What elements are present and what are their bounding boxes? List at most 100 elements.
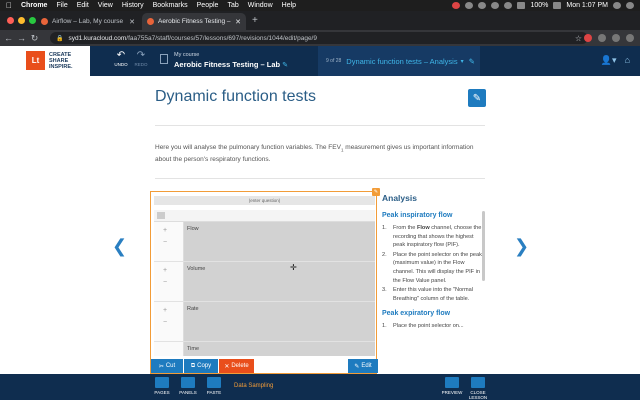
clock[interactable]: Mon 1:07 PM	[566, 2, 608, 9]
menu-edit[interactable]: Edit	[77, 2, 89, 9]
home-icon[interactable]: ⌂	[625, 55, 630, 66]
step-bold: Flow	[416, 225, 430, 231]
analysis-heading: Analysis	[382, 193, 417, 203]
question-field[interactable]: (enter question)	[154, 196, 375, 205]
close-icon[interactable]: ✕	[129, 18, 135, 26]
paste-button[interactable]: PASTE	[204, 376, 224, 398]
macos-menubar:  Chrome File Edit View History Bookmark…	[0, 0, 640, 11]
user-icon[interactable]: 👤▾	[601, 55, 617, 66]
menu-window[interactable]: Window	[248, 2, 273, 9]
data-sampling-status[interactable]: Data Sampling	[234, 383, 273, 389]
pencil-icon: ✎	[354, 363, 360, 370]
url-bar[interactable]: 🔒 syd1.kuracloud.com/faa755a7/staff/cour…	[50, 32, 588, 44]
page-counter: 9 of 28	[326, 58, 342, 64]
section-heading: Peak inspiratory flow	[382, 212, 453, 219]
step-text: From the	[393, 225, 417, 231]
edit-page-icon[interactable]: ✎	[468, 89, 486, 107]
redo-icon: ↷	[136, 50, 146, 61]
edit-button[interactable]: ✎ Edit	[348, 359, 378, 373]
page-selector[interactable]: 9 of 28 Dynamic function tests – Analysi…	[318, 46, 480, 76]
reload-icon[interactable]: ↻	[28, 33, 41, 44]
undo-button[interactable]: ↶ UNDO	[112, 50, 130, 72]
delete-button[interactable]: ✕ Delete	[219, 359, 254, 373]
channel-name: Rate	[187, 306, 199, 312]
previous-page-arrow-icon[interactable]: ❮	[112, 236, 127, 257]
chrome-menu-icon[interactable]	[626, 34, 634, 42]
step-number: 3.	[382, 287, 387, 294]
next-page-arrow-icon[interactable]: ❯	[514, 236, 529, 257]
channel-chart[interactable]: + − Flow + − Volume + − Rate Time ✛	[154, 222, 375, 356]
status-icon[interactable]	[491, 2, 500, 9]
data-recording-widget[interactable]: ✎ (enter question) + − Flow + − Volume +…	[150, 188, 380, 374]
edit-label: Edit	[361, 363, 372, 369]
channel-time: Time	[154, 342, 375, 356]
channel-name: Flow	[187, 226, 199, 232]
zoom-out-icon[interactable]: −	[163, 239, 167, 246]
logo-mark: Lt	[26, 51, 45, 70]
menu-tab[interactable]: Tab	[227, 2, 238, 9]
menu-help[interactable]: Help	[282, 2, 296, 9]
resize-handle-icon[interactable]: ✎	[372, 188, 380, 196]
channel-volume: + − Volume	[154, 262, 375, 302]
menu-people[interactable]: People	[197, 2, 219, 9]
minimize-window-button[interactable]	[18, 17, 25, 24]
step-text: Enter this value into the "Normal Breath…	[393, 287, 474, 302]
lock-icon[interactable]: 🔒	[56, 35, 63, 42]
copy-button[interactable]: ⧉ Copy	[184, 359, 218, 373]
extension-icon[interactable]	[598, 34, 606, 42]
panel-scrollbar[interactable]	[482, 211, 485, 281]
cut-label: Cut	[165, 363, 176, 369]
menu-history[interactable]: History	[122, 2, 144, 9]
pencil-icon[interactable]: ✎	[282, 62, 288, 69]
apple-icon[interactable]: 	[6, 1, 12, 10]
zoom-out-icon[interactable]: −	[163, 319, 167, 326]
forward-icon[interactable]: →	[15, 33, 28, 43]
url-path: /faa755a7/staff/courses/57/lessons/697/r…	[126, 34, 317, 42]
logo-area: Lt CREATE SHARE INSPIRE.	[0, 46, 90, 76]
close-icon[interactable]: ✕	[235, 18, 241, 26]
close-lesson-button[interactable]: CLOSE LESSON	[467, 376, 489, 400]
bookmark-star-icon[interactable]: ☆	[575, 34, 582, 43]
eye-icon	[445, 377, 459, 388]
zoom-in-icon[interactable]: +	[163, 267, 167, 274]
menu-view[interactable]: View	[98, 2, 113, 9]
window-controls	[7, 17, 36, 24]
pencil-icon[interactable]: ✎	[469, 57, 475, 66]
undo-label: UNDO	[114, 62, 128, 67]
list-item: 3. Enter this value into the "Normal Brea…	[382, 286, 484, 303]
pages-label: PAGES	[154, 390, 170, 395]
zoom-in-icon[interactable]: +	[163, 307, 167, 314]
toolbar-icon[interactable]	[157, 212, 165, 219]
wifi-icon[interactable]	[504, 2, 513, 9]
zoom-in-icon[interactable]: +	[163, 227, 167, 234]
profile-avatar[interactable]	[612, 34, 620, 42]
status-icon[interactable]	[452, 2, 461, 9]
panels-button[interactable]: PANELS	[178, 376, 198, 398]
browser-tab-active[interactable]: Aerobic Fitness Testing – Lab... ✕	[142, 13, 246, 30]
status-icon[interactable]	[465, 2, 474, 9]
zoom-window-button[interactable]	[29, 17, 36, 24]
preview-button[interactable]: PREVIEW	[440, 376, 464, 398]
browser-tab[interactable]: Airflow – Lab, My course ✕	[36, 13, 140, 30]
menu-list-icon[interactable]	[626, 2, 634, 9]
step-text: Place the point selector on the peak (ma…	[393, 251, 482, 284]
extension-icon[interactable]	[584, 34, 592, 42]
header-actions: 👤▾ ⌂	[601, 55, 630, 66]
close-window-button[interactable]	[7, 17, 14, 24]
course-name[interactable]: Aerobic Fitness Testing – Lab ✎	[174, 60, 288, 69]
cut-button[interactable]: ✂ Cut	[151, 359, 183, 373]
search-icon[interactable]	[613, 2, 621, 9]
step-number: 1.	[382, 323, 387, 330]
zoom-out-icon[interactable]: −	[163, 279, 167, 286]
menu-bookmarks[interactable]: Bookmarks	[153, 2, 188, 9]
status-icon[interactable]	[478, 2, 487, 9]
menu-file[interactable]: File	[56, 2, 67, 9]
new-tab-button[interactable]: +	[252, 15, 258, 26]
volume-icon[interactable]	[517, 2, 526, 9]
pages-button[interactable]: PAGES	[152, 376, 172, 398]
menu-app-name[interactable]: Chrome	[21, 2, 47, 9]
page-title-dropdown: Dynamic function tests – Analysis	[346, 56, 458, 66]
redo-button[interactable]: ↷ REDO	[132, 50, 150, 72]
battery-icon[interactable]	[553, 2, 562, 9]
back-icon[interactable]: ←	[2, 33, 15, 43]
